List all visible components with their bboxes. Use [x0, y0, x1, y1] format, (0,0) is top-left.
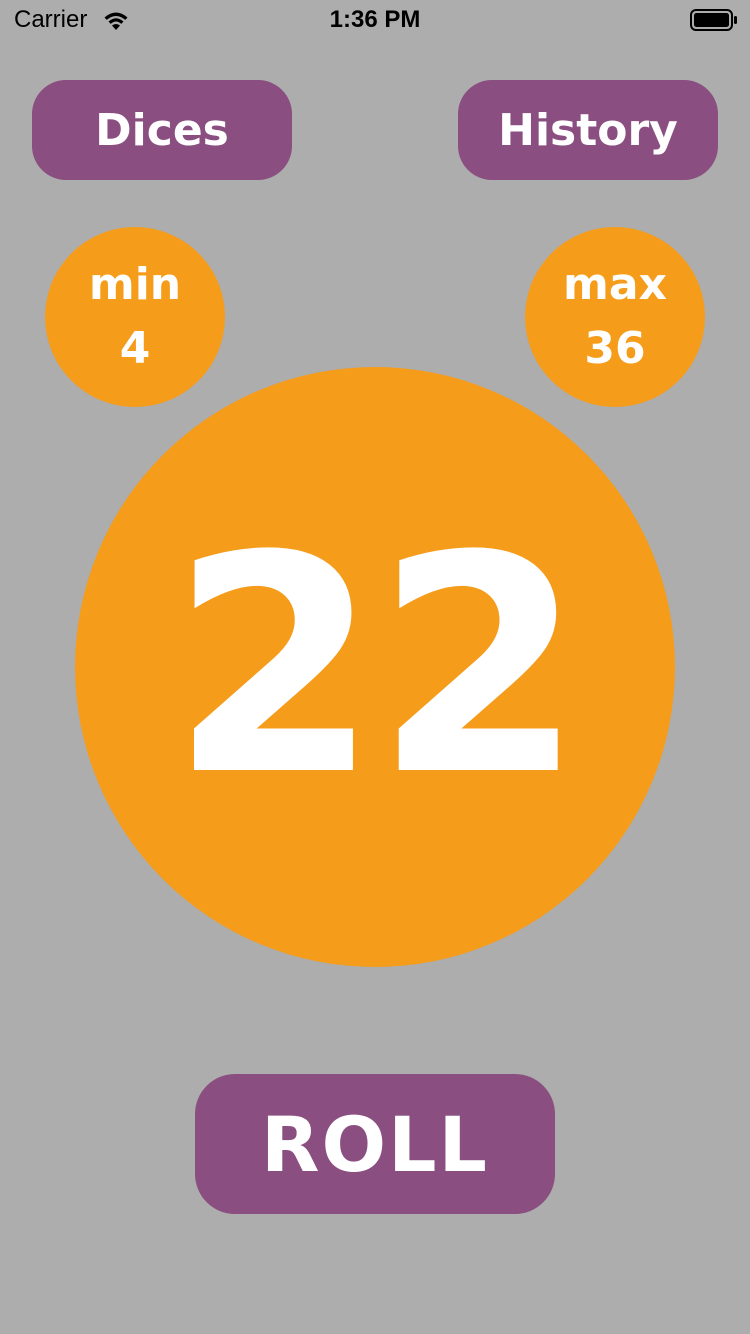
status-bar: Carrier 1:36 PM	[0, 0, 750, 40]
max-value: 36	[584, 323, 646, 374]
min-label: min	[88, 259, 182, 310]
max-label: max	[563, 259, 667, 310]
dices-button-label: Dices	[95, 104, 229, 156]
dices-button[interactable]: Dices	[32, 80, 292, 180]
roll-button[interactable]: ROLL	[195, 1074, 555, 1214]
history-button-label: History	[498, 104, 678, 156]
roll-result-circle: 22	[75, 367, 675, 967]
roll-result-value: 22	[170, 492, 583, 841]
max-stat: max 36	[525, 227, 705, 407]
min-stat: min 4	[45, 227, 225, 407]
roll-button-label: ROLL	[261, 1099, 489, 1189]
min-value: 4	[119, 323, 151, 374]
history-button[interactable]: History	[458, 80, 718, 180]
status-time: 1:36 PM	[329, 6, 421, 33]
battery-icon	[690, 9, 737, 31]
